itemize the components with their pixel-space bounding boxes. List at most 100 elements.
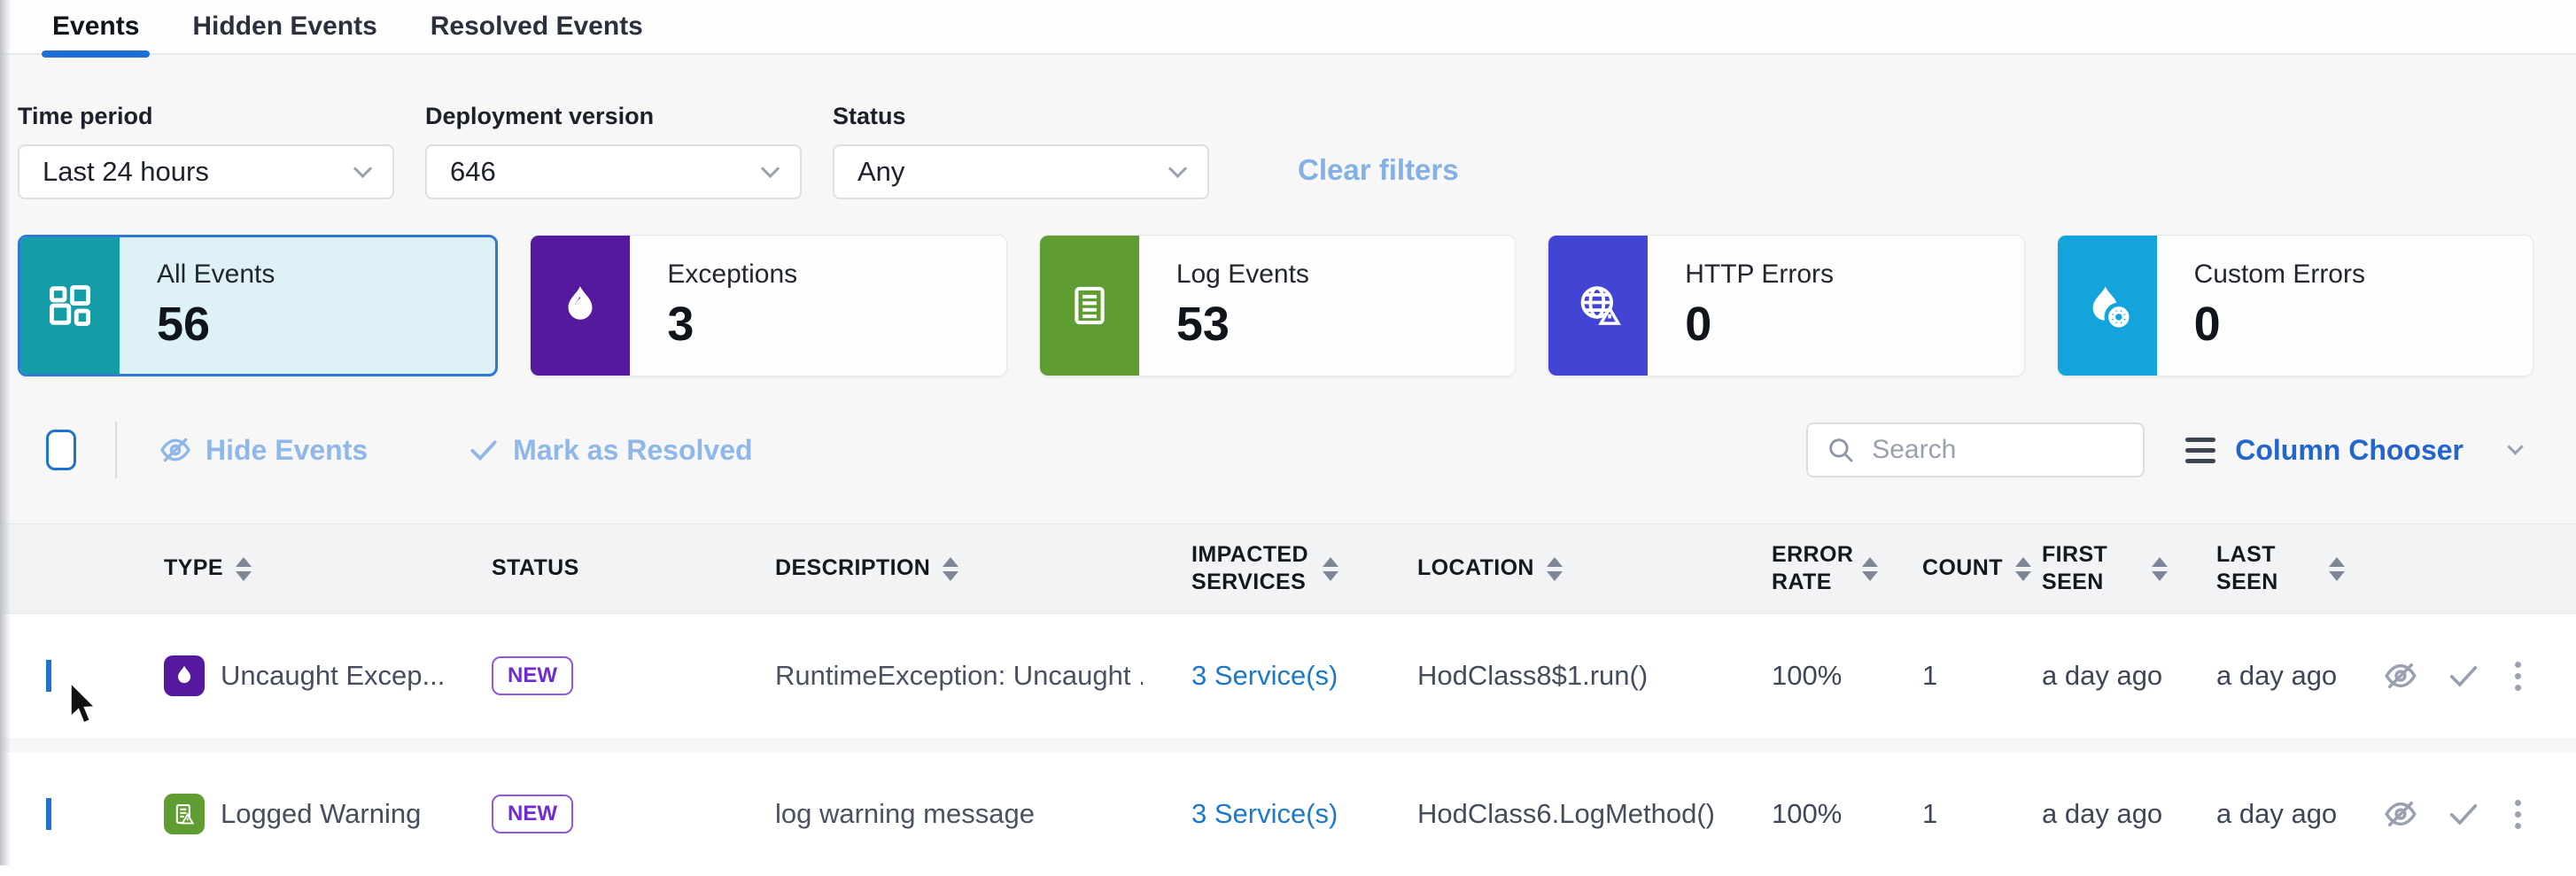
count-cell: 1: [1874, 660, 1993, 692]
type-label: Logged Warning: [221, 798, 421, 830]
more-options-icon[interactable]: [2508, 800, 2528, 829]
window-edge: [0, 0, 11, 865]
hide-event-icon[interactable]: [2382, 795, 2419, 833]
card-body: Custom Errors 0: [2157, 236, 2365, 376]
globe-warning-icon: [1548, 236, 1648, 376]
card-label: All Events: [157, 260, 275, 290]
card-label: HTTP Errors: [1685, 260, 1834, 290]
toolbar-right: Column Chooser: [1806, 422, 2521, 477]
tab-events[interactable]: Events: [49, 0, 143, 53]
row-checkbox[interactable]: [46, 798, 51, 830]
card-label: Log Events: [1176, 260, 1309, 290]
events-table: TYPE STATUS DESCRIPTION IMPACTED SERVICE…: [0, 523, 2576, 876]
column-header-status[interactable]: STATUS: [443, 554, 726, 582]
impacted-services-link[interactable]: 3 Service(s): [1143, 798, 1369, 830]
description-cell: RuntimeException: Uncaught ...: [726, 660, 1143, 692]
type-label: Uncaught Excep...: [221, 660, 443, 692]
column-header-type[interactable]: TYPE: [115, 554, 443, 582]
error-rate-cell: 100%: [1723, 798, 1874, 830]
column-label: COUNT: [1922, 554, 2003, 582]
card-body: Exceptions 3: [630, 236, 797, 376]
row-checkbox-cell: [0, 798, 115, 830]
sort-icon: [943, 557, 958, 581]
column-header-count[interactable]: COUNT: [1874, 554, 1993, 582]
status-group: Status Any: [833, 103, 1209, 199]
column-label: LOCATION: [1417, 554, 1534, 582]
column-chooser-button[interactable]: Column Chooser: [2185, 434, 2521, 467]
time-period-label: Time period: [18, 103, 394, 130]
filters-row: Time period Last 24 hours Deployment ver…: [18, 103, 2558, 199]
table-row[interactable]: Logged Warning NEW log warning message 3…: [0, 752, 2576, 876]
card-all-events[interactable]: All Events 56: [18, 235, 498, 376]
card-exceptions[interactable]: Exceptions 3: [530, 235, 1006, 376]
menu-icon: [2185, 438, 2215, 463]
search-box: [1806, 422, 2145, 477]
flame-icon: [164, 655, 205, 696]
row-actions: [2345, 657, 2576, 694]
status-badge: NEW: [492, 656, 573, 695]
column-header-impacted-services[interactable]: IMPACTED SERVICES: [1143, 541, 1369, 597]
status-cell: NEW: [443, 795, 726, 833]
card-count: 0: [2194, 297, 2365, 352]
card-count: 3: [667, 297, 797, 352]
log-document-icon: [1040, 236, 1139, 376]
tab-resolved-events[interactable]: Resolved Events: [427, 0, 647, 53]
flame-gear-icon: [2058, 236, 2157, 376]
table-row[interactable]: Uncaught Excep... NEW RuntimeException: …: [0, 614, 2576, 738]
first-seen-cell: a day ago: [1993, 798, 2168, 830]
card-count: 56: [157, 297, 275, 352]
card-count: 0: [1685, 297, 1834, 352]
status-badge: NEW: [492, 795, 573, 833]
chevron-down-icon: [1168, 159, 1187, 177]
resolve-check-icon[interactable]: [2446, 796, 2481, 832]
column-label: STATUS: [492, 554, 579, 582]
tab-bar: Events Hidden Events Resolved Events: [0, 0, 2576, 55]
last-seen-cell: a day ago: [2168, 798, 2345, 830]
column-label: ERROR RATE: [1772, 541, 1850, 597]
card-count: 53: [1176, 297, 1309, 352]
hide-event-icon[interactable]: [2382, 657, 2419, 694]
grid-icon: [20, 237, 120, 374]
toolbar-divider: [115, 422, 117, 478]
summary-cards: All Events 56 Exceptions 3 Log Events: [18, 235, 2533, 376]
sort-icon: [2152, 557, 2168, 581]
card-log-events[interactable]: Log Events 53: [1039, 235, 1516, 376]
impacted-services-link[interactable]: 3 Service(s): [1143, 660, 1369, 692]
sort-icon: [236, 557, 252, 581]
column-header-location[interactable]: LOCATION: [1369, 554, 1723, 582]
last-seen-cell: a day ago: [2168, 660, 2345, 692]
hide-events-button[interactable]: Hide Events: [158, 432, 368, 468]
count-cell: 1: [1874, 798, 1993, 830]
chevron-down-icon: [2507, 438, 2523, 454]
clear-filters-button[interactable]: Clear filters: [1298, 153, 1459, 187]
mark-resolved-button[interactable]: Mark as Resolved: [467, 433, 752, 467]
status-select[interactable]: Any: [833, 144, 1209, 199]
search-input[interactable]: [1870, 434, 2125, 466]
column-header-last-seen[interactable]: LAST SEEN: [2168, 541, 2345, 597]
time-period-select[interactable]: Last 24 hours: [18, 144, 394, 199]
column-header-error-rate[interactable]: ERROR RATE: [1723, 541, 1874, 597]
deployment-version-label: Deployment version: [425, 103, 802, 130]
time-period-group: Time period Last 24 hours: [18, 103, 394, 199]
mark-resolved-label: Mark as Resolved: [513, 434, 752, 467]
column-label: DESCRIPTION: [775, 554, 930, 582]
card-label: Exceptions: [667, 260, 797, 290]
column-chooser-label: Column Chooser: [2235, 434, 2463, 467]
deployment-version-group: Deployment version 646: [425, 103, 802, 199]
card-http-errors[interactable]: HTTP Errors 0: [1548, 235, 2024, 376]
tab-hidden-events[interactable]: Hidden Events: [189, 0, 380, 53]
row-actions: [2345, 795, 2576, 833]
column-header-description[interactable]: DESCRIPTION: [726, 554, 1143, 582]
select-all-checkbox[interactable]: [46, 430, 76, 470]
resolve-check-icon[interactable]: [2446, 658, 2481, 694]
more-options-icon[interactable]: [2508, 662, 2528, 691]
card-custom-errors[interactable]: Custom Errors 0: [2057, 235, 2533, 376]
error-rate-cell: 100%: [1723, 660, 1874, 692]
column-label: IMPACTED SERVICES: [1191, 541, 1310, 597]
log-warning-icon: [164, 794, 205, 834]
row-checkbox[interactable]: [46, 660, 51, 692]
column-header-first-seen[interactable]: FIRST SEEN: [1993, 541, 2168, 597]
table-header: TYPE STATUS DESCRIPTION IMPACTED SERVICE…: [0, 523, 2576, 614]
sort-icon: [2329, 557, 2345, 581]
deployment-version-select[interactable]: 646: [425, 144, 802, 199]
